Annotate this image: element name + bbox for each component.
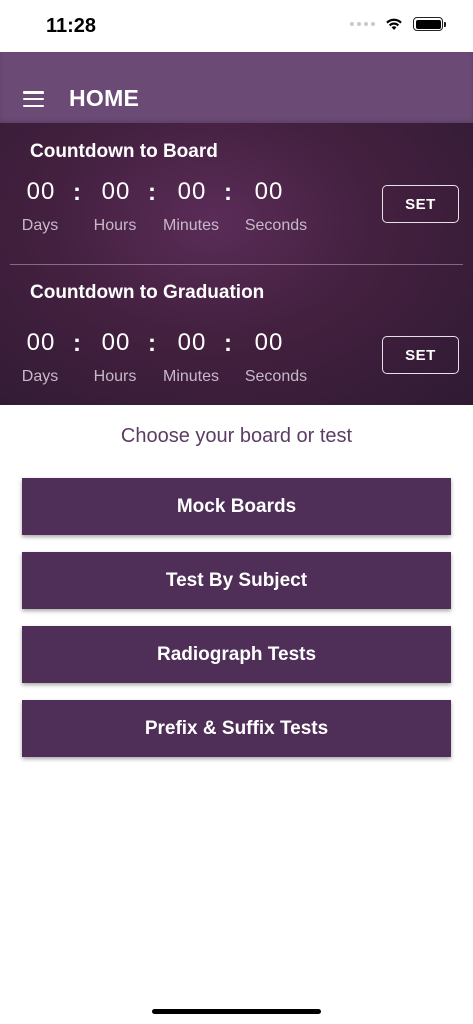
graduation-minutes-label: Minutes bbox=[162, 368, 220, 385]
choose-board-label: Choose your board or test bbox=[120, 425, 353, 447]
set-board-date-button[interactable]: SET bbox=[382, 185, 459, 223]
separator: : bbox=[148, 330, 156, 357]
prefix-suffix-tests-button[interactable]: Prefix & Suffix Tests bbox=[22, 700, 451, 757]
board-seconds-label: Seconds bbox=[244, 217, 308, 234]
hamburger-menu-icon[interactable] bbox=[23, 91, 44, 108]
graduation-seconds-value: 00 bbox=[254, 329, 284, 356]
graduation-days-label: Days bbox=[21, 368, 59, 385]
graduation-minutes-value: 00 bbox=[177, 329, 207, 356]
status-icons bbox=[350, 17, 446, 31]
board-countdown-title: Countdown to Board bbox=[30, 141, 218, 162]
battery-icon bbox=[413, 17, 446, 31]
board-days-value: 00 bbox=[26, 178, 56, 205]
separator: : bbox=[73, 179, 81, 206]
cellular-signal-icon bbox=[350, 22, 375, 26]
graduation-hours-label: Hours bbox=[93, 368, 137, 385]
graduation-countdown: Countdown to Graduation 00 : 00 : 00 : 0… bbox=[0, 264, 473, 405]
status-time: 11:28 bbox=[46, 15, 97, 37]
mock-boards-button[interactable]: Mock Boards bbox=[22, 478, 451, 535]
board-seconds-value: 00 bbox=[254, 178, 284, 205]
wifi-icon bbox=[386, 18, 402, 30]
board-hours-value: 00 bbox=[101, 178, 131, 205]
radiograph-tests-button[interactable]: Radiograph Tests bbox=[22, 626, 451, 683]
app-header: HOME bbox=[0, 52, 473, 123]
test-by-subject-button[interactable]: Test By Subject bbox=[22, 552, 451, 609]
board-minutes-value: 00 bbox=[177, 178, 207, 205]
graduation-countdown-title: Countdown to Graduation bbox=[30, 282, 265, 303]
set-graduation-date-button[interactable]: SET bbox=[382, 336, 459, 374]
board-minutes-label: Minutes bbox=[162, 217, 220, 234]
home-indicator[interactable] bbox=[152, 1009, 321, 1014]
board-hours-label: Hours bbox=[93, 217, 137, 234]
separator: : bbox=[224, 330, 232, 357]
graduation-hours-value: 00 bbox=[101, 329, 131, 356]
countdown-panel: Countdown to Board 00 : 00 : 00 : 00 Day… bbox=[0, 123, 473, 405]
graduation-days-value: 00 bbox=[26, 329, 56, 356]
status-bar: 11:28 bbox=[0, 0, 473, 52]
page-title: HOME bbox=[69, 85, 140, 111]
separator: : bbox=[73, 330, 81, 357]
separator: : bbox=[224, 179, 232, 206]
graduation-seconds-label: Seconds bbox=[244, 368, 308, 385]
board-countdown: Countdown to Board 00 : 00 : 00 : 00 Day… bbox=[0, 123, 473, 264]
separator: : bbox=[148, 179, 156, 206]
board-days-label: Days bbox=[21, 217, 59, 234]
home-screen: 11:28 HOME Countdown to Board 00 : 00 : … bbox=[0, 0, 473, 1024]
